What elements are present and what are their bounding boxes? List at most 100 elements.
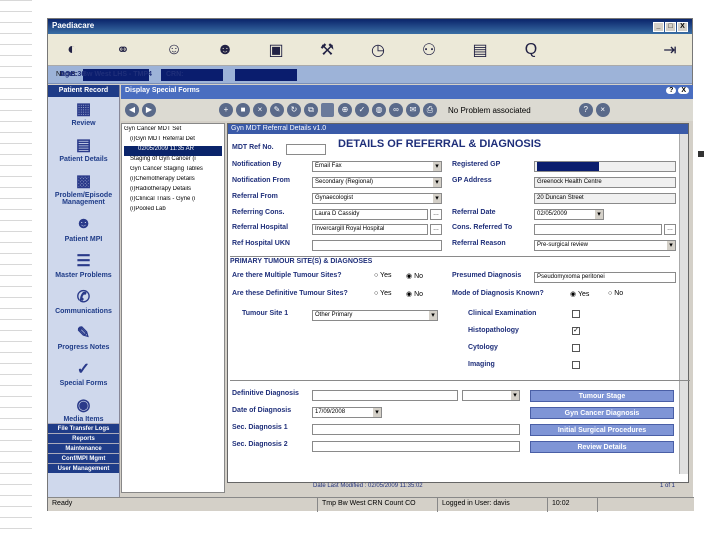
status-user: Logged in User: davis xyxy=(438,498,548,512)
mdt-ref-field[interactable] xyxy=(286,144,326,155)
referring-cons-lookup-button[interactable]: … xyxy=(430,209,442,220)
tree-node[interactable]: (i)Chemotherapy Details xyxy=(124,176,222,186)
definitive-sites-yes-radio[interactable]: ○ Yes xyxy=(374,290,391,297)
delete-icon[interactable]: × xyxy=(253,103,267,117)
tree-node[interactable]: Gyn Cancer MDT Set xyxy=(124,126,222,136)
status-count: Tmp Bw West CRN Count CO xyxy=(318,498,438,512)
tree-node[interactable]: (i)Radiotherapy Details xyxy=(124,186,222,196)
back-icon[interactable]: ◀ xyxy=(125,103,139,117)
form-help-icon[interactable]: ? xyxy=(578,103,593,117)
doctor-icon[interactable]: ☺ xyxy=(156,37,192,63)
nav-master-problems[interactable]: ☰ Master Problems xyxy=(48,249,119,285)
clinical-exam-checkbox[interactable] xyxy=(572,310,580,318)
definitive-dx-select[interactable] xyxy=(462,390,520,401)
nav-patient-details[interactable]: ▤ Patient Details xyxy=(48,133,119,169)
people-icon[interactable]: ⚇ xyxy=(411,37,447,63)
multiple-sites-yes-radio[interactable]: ○ Yes xyxy=(374,272,391,279)
date-dx-picker[interactable]: 17/09/2008 xyxy=(312,407,382,418)
date-dx-label: Date of Diagnosis xyxy=(232,407,292,414)
print-icon[interactable]: ⎙ xyxy=(423,103,437,117)
mode-dx-no-radio[interactable]: ○ No xyxy=(608,290,623,297)
title-bar: Paediacare _ □ X xyxy=(48,19,692,34)
save-icon[interactable]: ■ xyxy=(236,103,250,117)
nav-communications[interactable]: ✆ Communications xyxy=(48,285,119,321)
gyn-cancer-dx-button[interactable]: Gyn Cancer Diagnosis xyxy=(530,407,674,419)
ref-ukn-field[interactable] xyxy=(312,240,442,251)
minimize-button[interactable]: _ xyxy=(653,22,664,32)
review-details-button[interactable]: Review Details xyxy=(530,441,674,453)
nav-progress-notes[interactable]: ✎ Progress Notes xyxy=(48,321,119,357)
nav-media-items[interactable]: ◉ Media Items xyxy=(48,393,119,423)
clock-icon[interactable]: ◷ xyxy=(360,37,396,63)
mode-dx-yes-radio[interactable]: ◉ Yes xyxy=(570,290,589,298)
network-icon[interactable]: ▣ xyxy=(258,37,294,63)
referral-hospital-field[interactable]: Invercargill Royal Hospital xyxy=(312,224,428,235)
tree-node[interactable]: (i)Pooled Lab xyxy=(124,206,222,216)
presumed-dx-field[interactable]: Pseudomyxoma peritonei xyxy=(534,272,676,283)
sec-dx1-field[interactable] xyxy=(312,424,520,435)
referral-date-picker[interactable]: 02/05/2009 xyxy=(534,209,604,220)
close-button[interactable]: X xyxy=(677,22,688,32)
nurse-icon[interactable]: ☻ xyxy=(207,37,243,63)
referral-hospital-lookup-button[interactable]: … xyxy=(430,224,442,235)
tools-icon[interactable]: ⚒ xyxy=(309,37,345,63)
initial-surgical-button[interactable]: Initial Surgical Procedures xyxy=(530,424,674,436)
mode-dx-label: Mode of Diagnosis Known? xyxy=(452,290,544,297)
lock-icon[interactable]: ◍ xyxy=(372,103,386,117)
mail-icon[interactable]: ✉ xyxy=(406,103,420,117)
tumour-site1-select[interactable]: Other Primary xyxy=(312,310,438,321)
diagnosis-divider xyxy=(230,380,690,382)
cons-referred-lookup-button[interactable]: … xyxy=(664,224,676,235)
sign-icon[interactable]: ✓ xyxy=(355,103,369,117)
search-icon[interactable]: Q xyxy=(513,37,549,63)
histopathology-checkbox[interactable]: ✓ xyxy=(572,327,580,335)
binoculars-icon[interactable]: ⚭ xyxy=(105,37,141,63)
nav-patient-mpi[interactable]: ☻ Patient MPI xyxy=(48,213,119,249)
nav-special-forms[interactable]: ✓ Special Forms xyxy=(48,357,119,393)
new-icon[interactable]: + xyxy=(219,103,233,117)
definitive-dx-field[interactable] xyxy=(312,390,458,401)
forward-icon[interactable]: ▶ xyxy=(142,103,156,117)
definitive-dx-label: Definitive Diagnosis xyxy=(232,390,299,397)
user-management-button[interactable]: User Management xyxy=(48,463,119,473)
books-icon[interactable]: ▤ xyxy=(462,37,498,63)
document-icon[interactable] xyxy=(321,103,334,117)
referral-reason-select[interactable]: Pre-surgical review xyxy=(534,240,676,251)
tree-node-selected[interactable]: 02/05/2009 11:35 AR xyxy=(124,146,222,156)
imaging-checkbox[interactable] xyxy=(572,361,580,369)
maintenance-button[interactable]: Maintenance xyxy=(48,443,119,453)
logo-icon[interactable]: ◐ xyxy=(54,37,90,63)
imaging-label: Imaging xyxy=(468,361,495,368)
cons-referred-field[interactable] xyxy=(534,224,662,235)
multiple-sites-no-radio[interactable]: ◉ No xyxy=(406,272,423,280)
definitive-sites-no-radio[interactable]: ◉ No xyxy=(406,290,423,298)
conf-mpi-mgmt-button[interactable]: Conf/MPI Mgmt xyxy=(48,453,119,463)
file-transfer-logs-button[interactable]: File Transfer Logs xyxy=(48,423,119,433)
reports-button[interactable]: Reports xyxy=(48,433,119,443)
form-scrollbar[interactable] xyxy=(679,134,688,474)
cytology-checkbox[interactable] xyxy=(572,344,580,352)
tree-node[interactable]: (i)Gyn MDT Referral Det xyxy=(124,136,222,146)
help-button[interactable]: ? xyxy=(666,87,677,94)
referral-from-select[interactable]: Gynaecologist xyxy=(312,193,442,204)
tree-node[interactable]: Gyn Cancer Staging Tables xyxy=(124,166,222,176)
maximize-button[interactable]: □ xyxy=(665,22,676,32)
sec-dx2-field[interactable] xyxy=(312,441,520,452)
edit-icon[interactable]: ✎ xyxy=(270,103,284,117)
referring-cons-field[interactable]: Laura D Cassidy xyxy=(312,209,428,220)
tree-node[interactable]: (i)Clinical Trials - Gyne (i xyxy=(124,196,222,206)
exit-icon[interactable]: ⇥ xyxy=(652,37,688,63)
copy-icon[interactable]: ⧉ xyxy=(304,103,318,117)
nav-review[interactable]: ▦ Review xyxy=(48,97,119,133)
form-close-icon[interactable]: × xyxy=(595,103,610,117)
tumour-stage-button[interactable]: Tumour Stage xyxy=(530,390,674,402)
refresh-icon[interactable]: ↻ xyxy=(287,103,301,117)
tree-node[interactable]: Staging of Gyn Cancer (i xyxy=(124,156,222,166)
nav-problem-episode[interactable]: ▩ Problem/Episode Management xyxy=(48,169,119,213)
close-panel-button[interactable]: X xyxy=(678,87,689,94)
notified-by-select[interactable]: Email Fax xyxy=(312,161,442,172)
link-icon[interactable]: ∞ xyxy=(389,103,403,117)
patient-banner: Name: DOB: Age: 30 Bw West LHS - TMP4 CR… xyxy=(48,66,692,84)
attach-icon[interactable]: ⊕ xyxy=(338,103,352,117)
notified-from-select[interactable]: Secondary (Regional) xyxy=(312,177,442,188)
